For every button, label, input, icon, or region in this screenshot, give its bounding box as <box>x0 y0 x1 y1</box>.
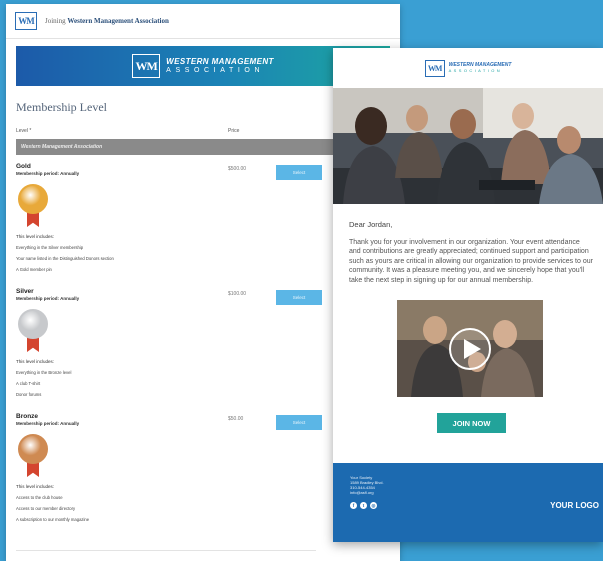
banner-line-2: ASSOCIATION <box>166 66 265 74</box>
select-gold-button[interactable]: Select <box>276 165 322 180</box>
facebook-icon[interactable]: f <box>350 502 357 509</box>
play-icon[interactable] <box>449 328 491 371</box>
medal-disc <box>18 184 48 214</box>
joining-prefix: Joining <box>45 17 66 25</box>
level-price: $100.00 <box>228 291 247 297</box>
price-column-header: Price <box>228 128 240 134</box>
banner-line-1: WESTERN MANAGEMENT <box>166 57 274 67</box>
silver-medal-icon <box>18 309 48 353</box>
level-price: $50.00 <box>228 416 244 422</box>
bronze-medal-icon <box>18 434 48 478</box>
email-footer: Your Society 1589 Bradley Blvd. 310-544-… <box>333 463 603 542</box>
invitation-email: WM WESTERN MANAGEMENT ASSOCIATION Dear J… <box>333 48 603 542</box>
select-silver-button[interactable]: Select <box>276 290 322 305</box>
gold-medal-icon <box>18 184 48 228</box>
email-wordmark: WESTERN MANAGEMENT ASSOCIATION <box>449 63 512 73</box>
joining-text: Joining Western Management Association <box>45 17 169 25</box>
your-logo-placeholder: YOUR LOGO <box>550 501 599 510</box>
org-contact-info: Your Society 1589 Bradley Blvd. 310-544-… <box>350 475 384 495</box>
social-links: f t ◎ <box>350 502 377 509</box>
email-greeting: Dear Jordan, <box>349 220 393 229</box>
video-thumbnail[interactable] <box>397 300 543 398</box>
org-email[interactable]: info@asfl.org <box>350 490 384 495</box>
divider <box>16 550 316 551</box>
instagram-icon[interactable]: ◎ <box>370 502 377 509</box>
form-header: WM Joining Western Management Associatio… <box>6 4 400 39</box>
team-meeting-photo <box>333 88 603 204</box>
level-column-header: Level * <box>16 128 32 134</box>
level-price: $500.00 <box>228 166 247 172</box>
banner-wordmark: WESTERN MANAGEMENT ASSOCIATION <box>166 57 274 74</box>
wma-logo-icon: WM <box>424 59 445 77</box>
medal-disc <box>18 309 48 339</box>
select-bronze-button[interactable]: Select <box>276 415 322 430</box>
email-header: WM WESTERN MANAGEMENT ASSOCIATION <box>333 48 603 88</box>
email-logo-line-2: ASSOCIATION <box>448 67 503 73</box>
medal-disc <box>18 434 48 464</box>
join-now-button[interactable]: JOIN NOW <box>437 413 506 434</box>
email-body: Thank you for your involvement in our or… <box>349 239 593 284</box>
banner-logo-icon: WM <box>132 54 161 78</box>
org-name: Western Management Association <box>67 17 169 25</box>
twitter-icon[interactable]: t <box>360 502 367 509</box>
wma-logo-icon: WM <box>15 12 37 30</box>
